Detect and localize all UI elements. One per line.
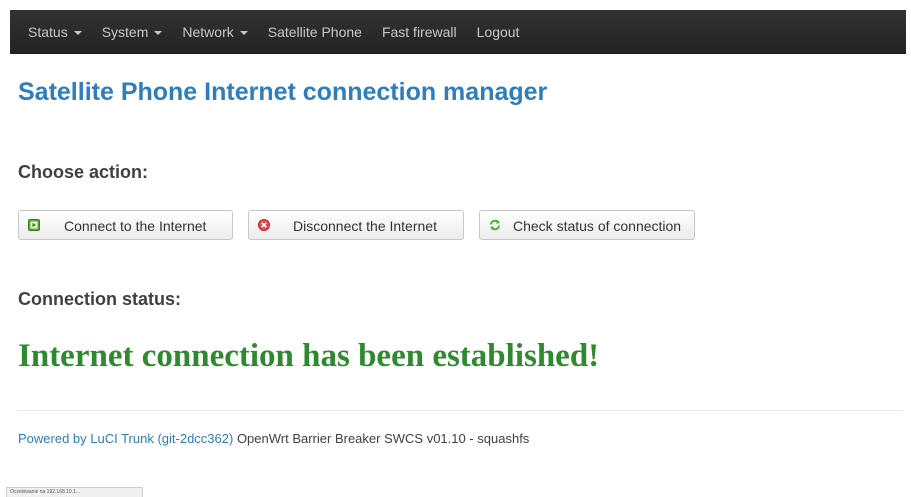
window-edge [0, 0, 6, 497]
connection-status-heading: Connection status: [18, 289, 182, 309]
check-status-button[interactable]: Check status of connection [479, 210, 695, 240]
check-status-button-label: Check status of connection [513, 218, 682, 234]
nav-status-menu[interactable]: Status [18, 10, 92, 54]
nav-network-label: Network [182, 24, 234, 40]
footer-divider [18, 410, 903, 411]
choose-action-heading: Choose action: [18, 162, 149, 182]
connect-button-label: Connect to the Internet [64, 218, 207, 234]
page-title: Satellite Phone Internet connection mana… [18, 78, 548, 106]
nav-logout[interactable]: Logout [467, 10, 530, 54]
footer-version-text: OpenWrt Barrier Breaker SWCS v01.10 - sq… [233, 431, 530, 446]
nav-satellite-phone[interactable]: Satellite Phone [258, 10, 372, 54]
caret-down-icon [154, 31, 163, 35]
nav-system-label: System [101, 24, 149, 40]
nav-fast-firewall[interactable]: Fast firewall [372, 10, 467, 54]
nav-status-label: Status [28, 24, 68, 40]
caret-down-icon [239, 31, 248, 35]
nav-system-menu[interactable]: System [92, 10, 173, 54]
top-navbar: Status System Network Satellite Phone Fa… [10, 10, 906, 54]
refresh-icon [490, 219, 500, 231]
nav-network-menu[interactable]: Network [172, 10, 257, 54]
stop-icon [258, 219, 270, 231]
nav-logout-label: Logout [476, 24, 520, 40]
play-icon [28, 219, 40, 231]
nav-fast-firewall-label: Fast firewall [381, 24, 457, 40]
disconnect-button-label: Disconnect the Internet [293, 218, 437, 234]
footer: Powered by LuCI Trunk (git-2dcc362) Open… [18, 431, 529, 446]
browser-status-bar: Oczekiwanie na 192.168.10.1... [6, 487, 143, 497]
connect-button[interactable]: Connect to the Internet [18, 210, 233, 240]
caret-down-icon [73, 31, 82, 35]
connection-status-message: Internet connection has been established… [18, 338, 600, 374]
nav-satellite-phone-label: Satellite Phone [267, 24, 362, 40]
luci-link[interactable]: Powered by LuCI Trunk (git-2dcc362) [18, 431, 233, 446]
disconnect-button[interactable]: Disconnect the Internet [248, 210, 464, 240]
